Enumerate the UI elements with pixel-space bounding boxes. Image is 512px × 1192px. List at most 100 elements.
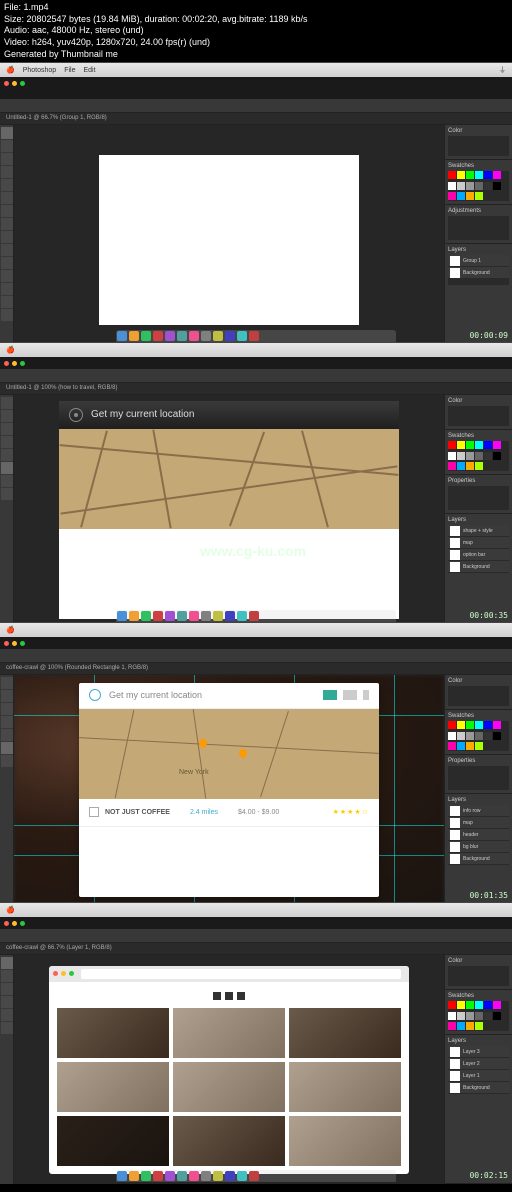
swatch[interactable] <box>475 1012 483 1020</box>
brush-tool[interactable] <box>1 449 13 461</box>
move-tool[interactable] <box>1 127 13 139</box>
swatch[interactable] <box>448 742 456 750</box>
swatch[interactable] <box>475 721 483 729</box>
swatch[interactable] <box>475 171 483 179</box>
swatch[interactable] <box>457 192 465 200</box>
panels-dock[interactable]: Color Swatches Properties Layersshape + … <box>444 395 512 624</box>
tools-panel[interactable] <box>0 675 14 904</box>
layer-row[interactable]: info row <box>448 805 509 817</box>
shape-tool[interactable] <box>1 475 13 487</box>
swatch[interactable] <box>475 1001 483 1009</box>
layer-row[interactable]: header <box>448 829 509 841</box>
layer-row[interactable]: Background <box>448 561 509 573</box>
document-canvas[interactable]: Get my current location <box>59 401 399 619</box>
swatch[interactable] <box>493 441 501 449</box>
stamp-tool[interactable] <box>1 218 13 230</box>
window-titlebar[interactable] <box>0 357 512 369</box>
grid-image[interactable] <box>173 1116 285 1166</box>
location-icon[interactable] <box>69 408 83 422</box>
dock-app-icon[interactable] <box>225 611 235 621</box>
minimize-button[interactable] <box>12 641 17 646</box>
document-tab[interactable]: coffee-crawl @ 100% (Rounded Rectangle 1… <box>0 663 512 675</box>
swatch[interactable] <box>466 1022 474 1030</box>
layer-row[interactable]: map <box>448 817 509 829</box>
swatch[interactable] <box>448 452 456 460</box>
maximize-button[interactable] <box>20 641 25 646</box>
close-button[interactable] <box>4 641 9 646</box>
swatch[interactable] <box>493 1001 501 1009</box>
place-info-row[interactable]: NOT JUST COFFEE 2.4 miles $4.00 - $9.00 … <box>79 799 379 827</box>
close-button[interactable] <box>4 81 9 86</box>
crop-tool[interactable] <box>1 179 13 191</box>
canvas-area[interactable]: Get my current location <box>14 395 444 624</box>
swatch[interactable] <box>448 1012 456 1020</box>
dock-app-icon[interactable] <box>117 1171 127 1181</box>
swatch[interactable] <box>448 192 456 200</box>
swatch[interactable] <box>484 721 492 729</box>
grid-image[interactable] <box>57 1062 169 1112</box>
type-tool[interactable] <box>1 462 13 474</box>
swatch[interactable] <box>448 441 456 449</box>
swatch[interactable] <box>466 452 474 460</box>
dock-app-icon[interactable] <box>213 1171 223 1181</box>
marquee-tool[interactable] <box>1 410 13 422</box>
close-button[interactable] <box>4 361 9 366</box>
eraser-tool[interactable] <box>1 231 13 243</box>
swatch[interactable] <box>466 1012 474 1020</box>
swatch[interactable] <box>484 1012 492 1020</box>
layer-row[interactable]: option bar <box>448 549 509 561</box>
swatch[interactable] <box>448 182 456 190</box>
swatch[interactable] <box>484 1001 492 1009</box>
layer-row[interactable]: Background <box>448 1082 509 1094</box>
macos-dock[interactable] <box>116 1170 396 1182</box>
dock-app-icon[interactable] <box>165 1171 175 1181</box>
menu-item[interactable]: File <box>64 67 75 74</box>
swatch[interactable] <box>466 182 474 190</box>
dock-app-icon[interactable] <box>189 611 199 621</box>
dock-app-icon[interactable] <box>141 331 151 341</box>
maximize-button[interactable] <box>20 921 25 926</box>
map-pin-icon[interactable] <box>237 747 248 758</box>
swatch[interactable] <box>493 732 501 740</box>
zoom-tool[interactable] <box>1 488 13 500</box>
site-header[interactable] <box>57 990 401 1002</box>
location-bar[interactable]: Get my current location <box>79 683 379 709</box>
marquee-tool[interactable] <box>1 140 13 152</box>
swatch[interactable] <box>493 171 501 179</box>
layer-row[interactable]: Layer 3 <box>448 1046 509 1058</box>
options-bar[interactable] <box>0 649 512 663</box>
menu-item[interactable]: Edit <box>83 67 95 74</box>
lasso-tool[interactable] <box>1 153 13 165</box>
dock-app-icon[interactable] <box>201 1171 211 1181</box>
dock-app-icon[interactable] <box>129 1171 139 1181</box>
canvas-area[interactable] <box>14 955 444 1184</box>
minimize-button[interactable] <box>12 361 17 366</box>
layer-row[interactable]: Background <box>448 267 509 279</box>
dock-app-icon[interactable] <box>249 1171 259 1181</box>
swatch[interactable] <box>457 171 465 179</box>
swatch[interactable] <box>448 1001 456 1009</box>
dock-app-icon[interactable] <box>201 611 211 621</box>
dock-app-icon[interactable] <box>237 331 247 341</box>
type-tool[interactable] <box>1 1009 13 1021</box>
macos-menubar[interactable]: 🍎 <box>0 903 512 917</box>
swatch[interactable] <box>448 732 456 740</box>
swatch[interactable] <box>466 192 474 200</box>
dock-app-icon[interactable] <box>237 1171 247 1181</box>
maximize-button[interactable] <box>20 361 25 366</box>
layers-panel-header[interactable]: Layers <box>448 247 509 253</box>
move-tool[interactable] <box>1 677 13 689</box>
dock-app-icon[interactable] <box>177 331 187 341</box>
options-bar[interactable] <box>0 929 512 943</box>
panels-dock[interactable]: Color Swatches Properties Layersinfo row… <box>444 675 512 904</box>
menu-item[interactable]: Photoshop <box>23 67 56 74</box>
dock-app-icon[interactable] <box>249 331 259 341</box>
car-icon[interactable] <box>323 690 337 700</box>
close-button[interactable] <box>4 921 9 926</box>
marquee-tool[interactable] <box>1 970 13 982</box>
swatch[interactable] <box>457 742 465 750</box>
swatch[interactable] <box>466 171 474 179</box>
canvas-area[interactable]: Get my current location New York <box>14 675 444 904</box>
crop-tool[interactable] <box>1 983 13 995</box>
macos-dock[interactable] <box>116 330 396 342</box>
